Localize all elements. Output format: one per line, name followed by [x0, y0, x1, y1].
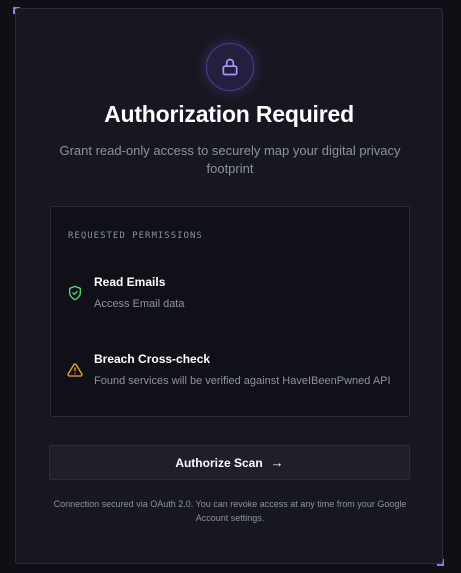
warning-icon: [67, 363, 83, 377]
permission-description: Found services will be verified against …: [94, 375, 391, 387]
shield-check-icon: [69, 285, 81, 301]
lock-badge: [206, 43, 254, 91]
security-footer-note: Connection secured via OAuth 2.0. You ca…: [53, 499, 407, 523]
authorize-scan-label: Authorize Scan: [175, 455, 263, 470]
permission-title: Breach Cross-check: [94, 352, 211, 366]
permissions-panel: REQUESTED PERMISSIONS Read Emails Access…: [50, 206, 410, 417]
lock-icon: [222, 58, 238, 76]
page-subtitle: Grant read-only access to securely map y…: [59, 143, 401, 176]
page-title: Authorization Required: [104, 101, 354, 127]
permissions-heading: REQUESTED PERMISSIONS: [68, 231, 203, 241]
authorization-card: Authorization Required Grant read-only a…: [15, 8, 443, 564]
permission-title: Read Emails: [94, 275, 166, 289]
arrow-right-icon: →: [270, 455, 284, 470]
authorize-scan-button[interactable]: Authorize Scan →: [49, 445, 410, 480]
permission-description: Access Email data: [94, 298, 185, 310]
